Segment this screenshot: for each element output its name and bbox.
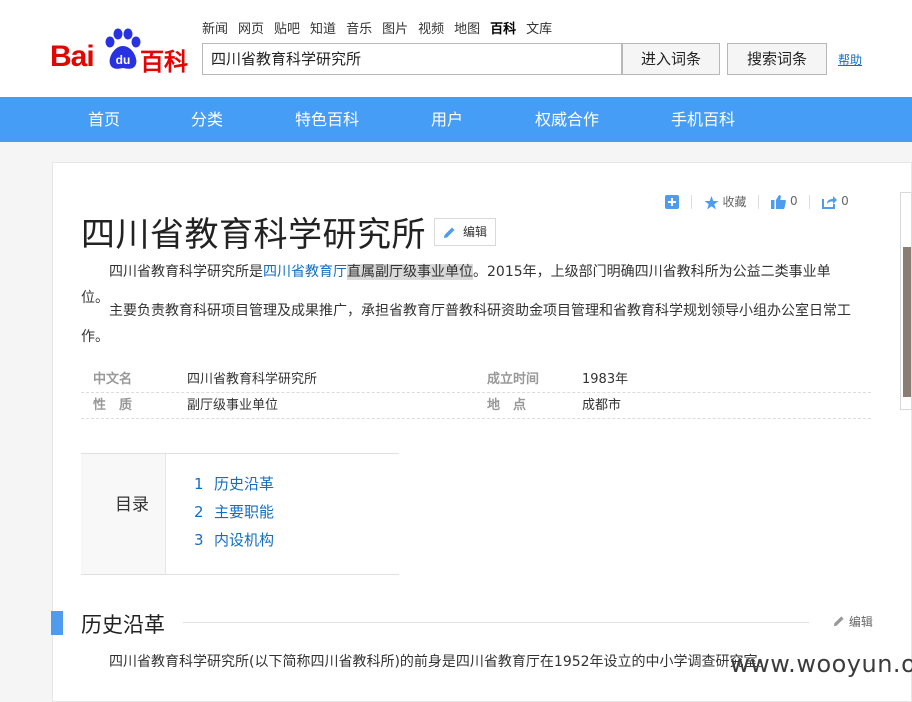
education-department-link[interactable]: 四川省教育厅 xyxy=(263,264,347,280)
pencil-icon xyxy=(444,227,455,238)
search-input[interactable]: 四川省教育科学研究所 xyxy=(202,43,622,75)
edit-label: 编辑 xyxy=(462,225,487,239)
divider xyxy=(809,194,811,209)
basic-info-key: 性 质 xyxy=(93,398,133,413)
mainnav-authority[interactable]: 权威合作 xyxy=(535,97,599,142)
search-entry-button[interactable]: 搜索词条 xyxy=(727,43,827,75)
edit-entry-button[interactable]: 编辑 xyxy=(434,218,496,246)
duties-text: 主要负责教育科研项目管理及成果推广，承担省教育厅普教科研资助金项目管理和省教育科… xyxy=(81,303,851,345)
basic-info-value: 1983年 xyxy=(582,372,629,387)
summary-highlight: 直属副厅级事业单位 xyxy=(347,264,473,280)
toc-item-functions[interactable]: 2 主要职能 xyxy=(194,501,274,522)
logo-paw-text: du xyxy=(116,53,131,67)
side-image xyxy=(903,247,911,397)
topnav-wenku[interactable]: 文库 xyxy=(526,22,552,37)
basic-info-value: 四川省教育科学研究所 xyxy=(187,372,318,387)
share-button[interactable]: 0 xyxy=(822,194,849,209)
mainnav-featured[interactable]: 特色百科 xyxy=(295,97,359,142)
topnav-web[interactable]: 网页 xyxy=(238,22,264,37)
basic-info-table: 中文名 四川省教育科学研究所 成立时间 1983年 性 质 副厅级事业单位 地 … xyxy=(81,367,871,419)
mainnav-home[interactable]: 首页 xyxy=(88,97,120,142)
plus-icon xyxy=(665,194,679,209)
site-header: Bai du 百科 新闻 网页 贴吧 知道 音乐 图片 视频 地图 百科 文库 四川省教育科学研究… xyxy=(0,0,912,97)
topnav-music[interactable]: 音乐 xyxy=(346,22,372,37)
entry-actions: 收藏 0 0 xyxy=(665,193,857,210)
section-title: 历史沿革 xyxy=(81,613,165,637)
mainnav-category[interactable]: 分类 xyxy=(191,97,223,142)
entry-title: 四川省教育科学研究所 xyxy=(81,215,426,255)
basic-info-key: 成立时间 xyxy=(487,372,540,387)
pencil-icon xyxy=(833,616,844,627)
section-history-header: 历史沿革 编辑 xyxy=(51,609,912,637)
logo-text-baike: 百科 xyxy=(140,48,188,76)
section-edit-label: 编辑 xyxy=(848,615,873,629)
add-button[interactable] xyxy=(665,194,679,209)
topnav-zhidao[interactable]: 知道 xyxy=(310,22,336,37)
like-button[interactable]: 0 xyxy=(771,194,798,209)
history-text: 四川省教育科学研究所(以下简称四川省教科所)的前身是四川省教育厅在1952年设立… xyxy=(109,654,772,670)
help-link[interactable]: 帮助 xyxy=(838,51,862,68)
entry-content: 收藏 0 0 四川省教育科学研究所 编辑 四川省教育科学研究所是四川省教育厅直属… xyxy=(51,162,912,702)
mainnav-user[interactable]: 用户 xyxy=(431,97,463,142)
basic-info-value: 成都市 xyxy=(582,398,622,413)
enter-entry-button[interactable]: 进入词条 xyxy=(622,43,720,75)
section-divider xyxy=(183,622,809,623)
star-icon xyxy=(704,195,719,209)
topnav-baike[interactable]: 百科 xyxy=(490,22,516,37)
topnav-map[interactable]: 地图 xyxy=(454,22,480,37)
topnav-images[interactable]: 图片 xyxy=(382,22,408,37)
topnav-video[interactable]: 视频 xyxy=(418,22,444,37)
divider xyxy=(758,194,760,209)
share-count: 0 xyxy=(841,194,849,209)
basic-info-row: 性 质 副厅级事业单位 地 点 成都市 xyxy=(81,393,871,419)
summary-prefix: 四川省教育科学研究所是 xyxy=(109,264,263,280)
basic-info-key: 中文名 xyxy=(93,372,133,387)
like-count: 0 xyxy=(789,194,798,209)
logo-text-bai: Bai xyxy=(50,40,95,73)
thumbs-up-icon xyxy=(771,194,787,209)
baidu-baike-logo[interactable]: Bai du 百科 xyxy=(50,28,190,76)
topnav-tieba[interactable]: 贴吧 xyxy=(274,22,300,37)
divider xyxy=(690,194,692,209)
section-edit-button[interactable]: 编辑 xyxy=(833,613,873,630)
duties-paragraph: 主要负责教育科研项目管理及成果推广，承担省教育厅普教科研资助金项目管理和省教育科… xyxy=(81,298,853,350)
toc-label: 目录 xyxy=(115,495,149,515)
basic-info-key: 地 点 xyxy=(487,398,527,413)
collect-label: 收藏 xyxy=(722,195,747,209)
top-product-nav: 新闻 网页 贴吧 知道 音乐 图片 视频 地图 百科 文库 xyxy=(202,18,562,37)
section-marker xyxy=(51,611,63,635)
side-panel-edge xyxy=(900,192,912,410)
mainnav-mobile[interactable]: 手机百科 xyxy=(671,97,735,142)
basic-info-value: 副厅级事业单位 xyxy=(187,398,279,413)
collect-button[interactable]: 收藏 xyxy=(704,193,747,210)
basic-info-row: 中文名 四川省教育科学研究所 成立时间 1983年 xyxy=(81,367,871,393)
toc-item-departments[interactable]: 3 内设机构 xyxy=(194,529,274,550)
toc-item-history[interactable]: 1 历史沿革 xyxy=(194,473,274,494)
paw-logo-icon: du xyxy=(105,28,141,69)
watermark: www.wooyun.org xyxy=(730,650,912,678)
topnav-news[interactable]: 新闻 xyxy=(202,22,228,37)
main-nav-bar: 首页 分类 特色百科 用户 权威合作 手机百科 xyxy=(0,97,912,142)
toc-label-box: 目录 xyxy=(81,454,166,574)
share-icon xyxy=(822,195,838,209)
table-of-contents: 目录 1 历史沿革 2 主要职能 3 内设机构 xyxy=(81,453,399,575)
